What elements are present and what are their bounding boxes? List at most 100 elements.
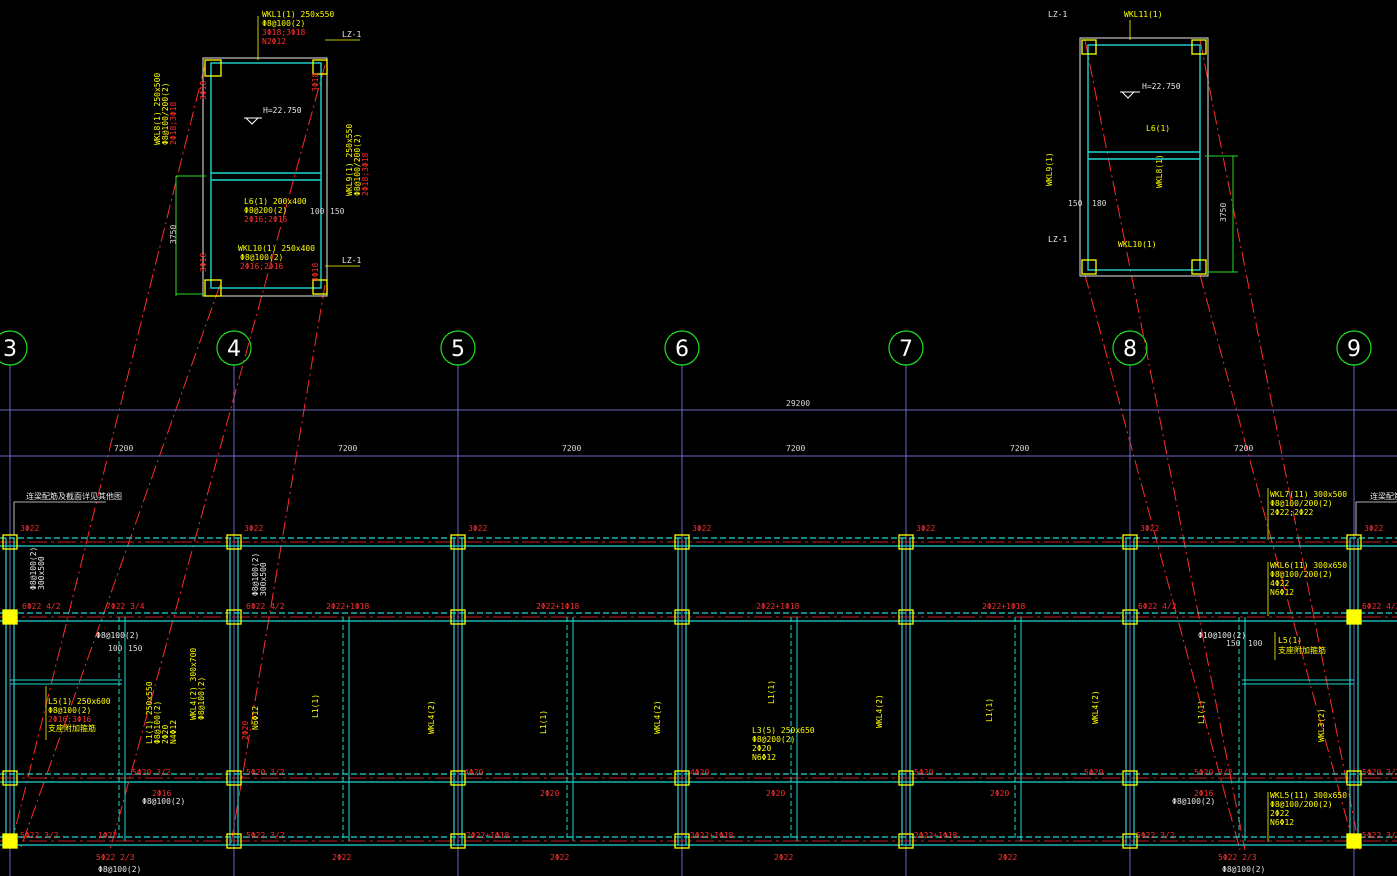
axis-bubble-7[interactable]: 7 [888, 330, 924, 366]
rebar-label: 2Φ16;2Φ16 [240, 262, 284, 271]
wkl4-left-label: WKL4(2) 300x700 Φ8@100(2) 2Φ20 N6Φ12 [189, 648, 260, 740]
beam-label: L5(1) 250x600 [48, 697, 111, 706]
axis-bubble-5[interactable]: 5 [440, 330, 476, 366]
rebar-label: 3Φ18 [199, 81, 208, 100]
beam-label: WKL3(2) [1317, 708, 1326, 742]
rebar-label: 2Φ16;3Φ16 [48, 715, 92, 724]
axis-label: 9 [1347, 337, 1361, 362]
rebar-label: 5Φ22 3/2 [1362, 831, 1397, 840]
rebar-label: 3Φ18 [199, 253, 208, 272]
beam-label: L5(1) [1278, 636, 1302, 645]
beam-label: Φ8@100(2) [240, 253, 283, 262]
stirrup-label: Φ8@100(2) [1222, 865, 1265, 874]
axis-bubble-3[interactable]: 3 [0, 330, 28, 366]
elevation-label: H=22.750 [263, 106, 302, 115]
axis-bubble-9[interactable]: 9 [1336, 330, 1372, 366]
span-dimension: 7200 [786, 444, 805, 453]
beam-label: WKL6(11) 300x650 [1270, 561, 1347, 570]
detail-top-right[interactable]: LZ-1 LZ-1 WKL11(1) H=22.750 L6(1) WKL9(1… [1045, 10, 1238, 277]
rebar-label: 6Φ22 4/2 [22, 602, 61, 611]
dimension-text: 150 [1068, 199, 1083, 208]
beam-label: Φ8@200(2) [752, 735, 795, 744]
beam-label: WKL4(2) [875, 694, 884, 728]
dimension-text: 100 [108, 644, 123, 653]
wkl6-label: WKL6(11) 300x650 Φ8@100/200(2) 4Φ22 N6Φ1… [1267, 561, 1347, 616]
rebar-label: 1Φ22 [98, 831, 117, 840]
dimension-text: 3750 [169, 225, 178, 244]
beam-label: 支座附加箍筋 [48, 723, 96, 733]
beam-label: WKL10(1) 250x400 [238, 244, 315, 253]
axis-label: 7 [899, 337, 913, 362]
l1-left-label: L1(1) 250x550 Φ8@100(2) 2Φ20 N4Φ12 [145, 681, 178, 744]
rebar-label: 2Φ18;3Φ18 [361, 152, 370, 196]
column-marker [1081, 39, 1097, 55]
axis-label: 6 [675, 337, 689, 362]
rebar-label: 2Φ16;2Φ16 [244, 215, 288, 224]
wkl5-label: WKL5(11) 300x650 Φ8@100/200(2) 2Φ22 N6Φ1… [1267, 791, 1347, 842]
column[interactable] [2, 833, 18, 849]
beam-label: WKL11(1) [1124, 10, 1163, 19]
column[interactable] [1346, 833, 1362, 849]
axis-bubble-8[interactable]: 8 [1112, 330, 1148, 366]
rebar-label: 2Φ22+1Φ18 [690, 831, 734, 840]
beam-label: Φ8@100(2) [197, 677, 206, 720]
beam-label: 2Φ22;2Φ22 [1270, 508, 1314, 517]
axis-bubble-4[interactable]: 4 [216, 330, 252, 366]
elevation-label: H=22.750 [1142, 82, 1181, 91]
beam-label: Φ8@100/200(2) [1270, 800, 1333, 809]
note-left: 连梁配筋及截面详见其他图 [26, 491, 122, 501]
beam-plan[interactable]: 3Φ22 3Φ22 3Φ22 3Φ22 3Φ22 3Φ22 3Φ22 6Φ22 4/2 7Φ22… [0, 524, 1397, 862]
column[interactable] [2, 609, 18, 625]
rebar-label: 5Φ22 3/2 [1136, 831, 1175, 840]
span-dimension: 7200 [114, 444, 133, 453]
beam-label: WKL4(2) [427, 700, 436, 734]
column-marker [1081, 259, 1097, 275]
rebar-label: 5Φ22 3/2 [246, 831, 285, 840]
detail-top-left[interactable]: WKL1(1) 250x550 Φ8@100(2) 3Φ18;3Φ18 N2Φ1… [153, 10, 370, 297]
beam-label: WKL1(1) 250x550 [262, 10, 334, 19]
beam-label: Φ8@100/200(2) [1270, 499, 1333, 508]
column[interactable] [1346, 609, 1362, 625]
rebar-label: 5Φ20 3/2 [132, 768, 171, 777]
span-dimension: 7200 [1234, 444, 1253, 453]
stirrup-label: Φ8@100(2) [96, 631, 139, 640]
rebar-label: 3Φ22 [1364, 524, 1383, 533]
wkl7-label: WKL7(11) 300x500 Φ8@100/200(2) 2Φ22;2Φ22 [1267, 488, 1347, 540]
rebar-label: 2Φ22+1Φ18 [756, 602, 800, 611]
beam-label: L1(1) [985, 698, 994, 722]
axis-label: 5 [451, 337, 465, 362]
rebar-label: 2Φ22+1Φ18 [466, 831, 510, 840]
beam-label: L1(1) [767, 680, 776, 704]
beam-label: WKL7(11) 300x500 [1270, 490, 1347, 499]
beam-label: L6(1) 200x400 [244, 197, 307, 206]
column-label: LZ-1 [342, 30, 361, 39]
dimension-lines: 29200 [0, 399, 1397, 457]
cad-drawing-canvas[interactable]: WKL1(1) 250x550 Φ8@100(2) 3Φ18;3Φ18 N2Φ1… [0, 0, 1397, 876]
dimension-text: 180 [1092, 199, 1107, 208]
stirrup-label: Φ8@100(2) [142, 797, 185, 806]
rebar-label: 3Φ18;3Φ18 [262, 28, 306, 37]
axis-label: 8 [1123, 337, 1137, 362]
note-right: 连梁配筋 [1370, 491, 1397, 501]
beam-label: Φ8@200(2) [244, 206, 287, 215]
rebar-label: 5Φ22 2/3 [1218, 853, 1257, 862]
column-side-label: 300x500 [37, 556, 46, 590]
span-dimension: 7200 [1010, 444, 1029, 453]
rebar-label: 2Φ16 [152, 789, 171, 798]
span-dimension: 7200 [562, 444, 581, 453]
rebar-label: 2Φ20 [241, 721, 250, 740]
rebar-label: 4Φ20 [464, 768, 483, 777]
beam-label: WKL4(2) [1091, 690, 1100, 724]
column-side-label: 300x500 [259, 562, 268, 596]
rebar-label: 3Φ22 [1140, 524, 1159, 533]
beam-label: WKL9(1) [1045, 152, 1054, 186]
rebar-label: 6Φ22 4/2 [1138, 602, 1177, 611]
total-dimension: 29200 [786, 399, 810, 408]
axis-bubble-6[interactable]: 6 [664, 330, 700, 366]
rebar-label: 2Φ22+1Φ18 [914, 831, 958, 840]
rebar-label: N2Φ12 [262, 37, 286, 46]
beam-label: L1(1) [311, 694, 320, 718]
beam-label: 2Φ22 [1270, 809, 1289, 818]
column-label: LZ-1 [1048, 10, 1067, 19]
rebar-label: 2Φ22+1Φ18 [536, 602, 580, 611]
